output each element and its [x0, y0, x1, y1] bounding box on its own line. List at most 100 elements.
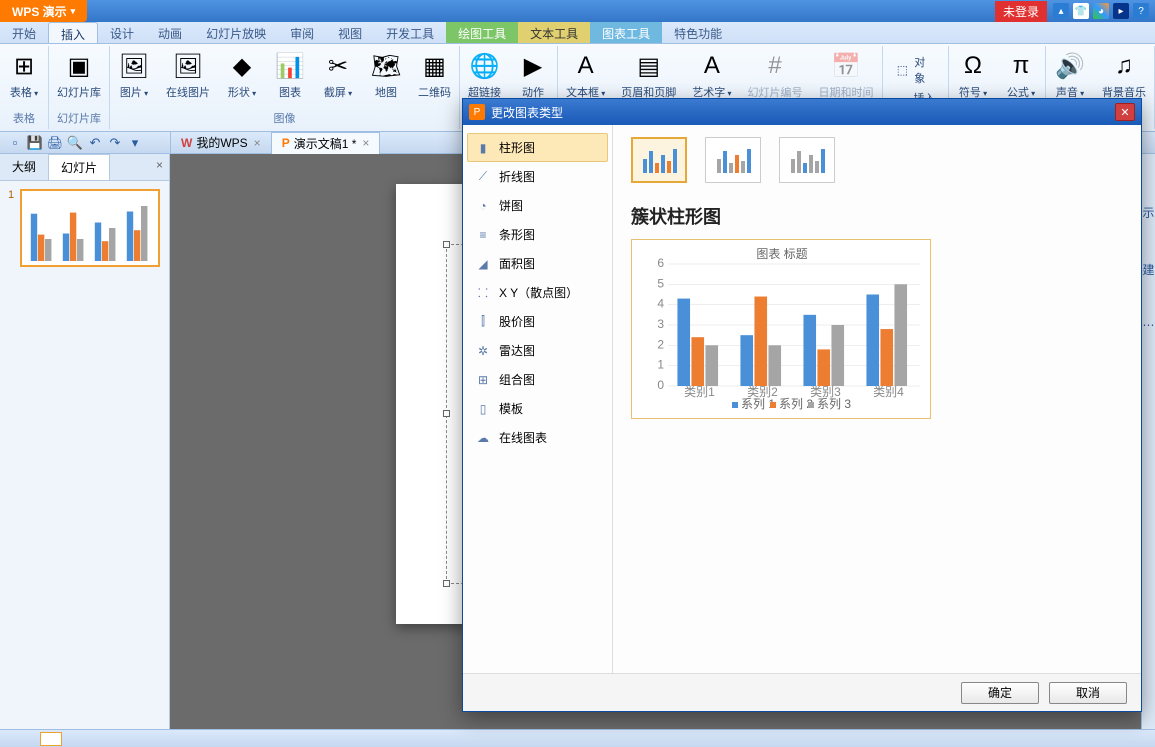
ribbon-声音[interactable]: 🔊声音	[1046, 48, 1094, 102]
qat-preview-icon[interactable]: 🔍	[66, 134, 84, 152]
status-thumb-icon[interactable]	[40, 732, 62, 746]
dialog-footer: 确定 取消	[463, 673, 1141, 711]
tab-slides[interactable]: 幻灯片	[48, 154, 110, 180]
menu-tab-4[interactable]: 幻灯片放映	[194, 22, 278, 43]
dialog-titlebar[interactable]: P 更改图表类型 ✕	[463, 99, 1141, 125]
category-模板[interactable]: ▯模板	[467, 394, 608, 423]
login-badge[interactable]: 未登录	[995, 1, 1047, 22]
ribbon-对象[interactable]: ⬚对象	[889, 52, 943, 88]
category-折线图[interactable]: ⟋折线图	[467, 162, 608, 191]
change-chart-type-dialog: P 更改图表类型 ✕ ▮柱形图⟋折线图◔饼图≡条形图◢面积图⸬X Y（散点图）⫿…	[462, 98, 1142, 712]
qat-new-icon[interactable]: ▫	[6, 134, 24, 152]
dialog-title: 更改图表类型	[491, 104, 563, 121]
menu-tab-6[interactable]: 视图	[326, 22, 374, 43]
ribbon-符号[interactable]: Ω符号	[949, 48, 997, 102]
ribbon-形状[interactable]: ◆形状	[218, 48, 266, 102]
menu-tab-2[interactable]: 设计	[98, 22, 146, 43]
subtype-stacked[interactable]	[705, 137, 761, 183]
menu-tab-11[interactable]: 特色功能	[662, 22, 734, 43]
svg-text:类别4: 类别4	[873, 385, 904, 399]
category-股价图[interactable]: ⫿股价图	[467, 307, 608, 336]
ribbon-文本框[interactable]: A文本框	[558, 48, 613, 102]
sidebar-btn-1[interactable]: 示	[1142, 204, 1154, 221]
svg-text:2: 2	[657, 337, 664, 351]
menu-tab-8[interactable]: 绘图工具	[446, 22, 518, 43]
category-在线图表[interactable]: ☁在线图表	[467, 423, 608, 452]
subtype-title: 簇状柱形图	[631, 203, 1123, 229]
svg-text:0: 0	[657, 378, 664, 392]
ribbon-表格[interactable]: ⊞表格	[0, 48, 48, 102]
title-icon-1[interactable]: ▴	[1053, 3, 1069, 19]
ribbon-幻灯片编号[interactable]: #幻灯片编号	[740, 48, 811, 102]
category-饼图[interactable]: ◔饼图	[467, 191, 608, 220]
title-icon-4[interactable]: ▸	[1113, 3, 1129, 19]
ribbon-在线图片[interactable]: 🖼在线图片	[158, 48, 218, 102]
qat-print-icon[interactable]: 🖨	[46, 134, 64, 152]
title-bar: WPS 演示 未登录 ▴ 👕 ◕ ▸ ?	[0, 0, 1155, 22]
svg-text:6: 6	[657, 256, 664, 270]
resize-handle[interactable]	[443, 580, 450, 587]
menu-tab-10[interactable]: 图表工具	[590, 22, 662, 43]
panel-tabs: 大纲 幻灯片 ×	[0, 154, 169, 181]
qat-more-icon[interactable]: ▾	[126, 134, 144, 152]
ribbon-地图[interactable]: 🗺地图	[362, 48, 410, 102]
chart-category-list: ▮柱形图⟋折线图◔饼图≡条形图◢面积图⸬X Y（散点图）⫿股价图✲雷达图⊞组合图…	[463, 125, 613, 673]
ribbon-日期和时间[interactable]: 📅日期和时间	[811, 48, 882, 102]
subtype-100stacked[interactable]	[779, 137, 835, 183]
category-面积图[interactable]: ◢面积图	[467, 249, 608, 278]
ribbon-超链接[interactable]: 🌐超链接	[460, 48, 509, 102]
slide-number: 1	[8, 189, 14, 267]
panel-close-icon[interactable]: ×	[150, 154, 169, 180]
ribbon-公式[interactable]: π公式	[997, 48, 1045, 102]
sidebar-btn-2[interactable]: 建	[1142, 261, 1154, 278]
resize-handle[interactable]	[443, 241, 450, 248]
menu-tab-9[interactable]: 文本工具	[518, 22, 590, 43]
tab-outline[interactable]: 大纲	[0, 154, 48, 180]
dialog-close-button[interactable]: ✕	[1115, 103, 1135, 121]
menu-tabs: 开始插入设计动画幻灯片放映审阅视图开发工具绘图工具文本工具图表工具特色功能	[0, 22, 1155, 44]
qat-save-icon[interactable]: 💾	[26, 134, 44, 152]
resize-handle[interactable]	[443, 410, 450, 417]
ribbon-背景音乐[interactable]: ♫背景音乐	[1094, 48, 1154, 102]
ribbon-动作[interactable]: ▶动作	[509, 48, 557, 102]
menu-tab-7[interactable]: 开发工具	[374, 22, 446, 43]
thumbnail-list: 1	[0, 181, 169, 729]
app-menu[interactable]: WPS 演示	[0, 0, 87, 22]
menu-tab-0[interactable]: 开始	[0, 22, 48, 43]
category-柱形图[interactable]: ▮柱形图	[467, 133, 608, 162]
ok-button[interactable]: 确定	[961, 682, 1039, 704]
category-X Y（散点图）[interactable]: ⸬X Y（散点图）	[467, 278, 608, 307]
help-icon[interactable]: ?	[1133, 3, 1149, 19]
svg-text:4: 4	[657, 297, 664, 311]
subtype-clustered[interactable]	[631, 137, 687, 183]
svg-text:1: 1	[657, 358, 664, 372]
subtype-list	[631, 137, 1123, 183]
chart-preview: 图表 标题0123456类别1类别2类别3类别4系列 1系列 2系列 3	[631, 239, 931, 419]
category-组合图[interactable]: ⊞组合图	[467, 365, 608, 394]
title-icon-2[interactable]: 👕	[1073, 3, 1089, 19]
cancel-button[interactable]: 取消	[1049, 682, 1127, 704]
category-条形图[interactable]: ≡条形图	[467, 220, 608, 249]
qat-undo-icon[interactable]: ↶	[86, 134, 104, 152]
ribbon-图表[interactable]: 📊图表	[266, 48, 314, 102]
title-icons: ▴ 👕 ◕ ▸ ?	[1047, 3, 1155, 19]
title-icon-3[interactable]: ◕	[1093, 3, 1109, 19]
ribbon-艺术字[interactable]: A艺术字	[684, 48, 739, 102]
sidebar-btn-3[interactable]: ⋯	[1143, 318, 1155, 332]
slide-thumbnail-1[interactable]	[20, 189, 160, 267]
menu-tab-1[interactable]: 插入	[48, 22, 98, 43]
ribbon-页眉和页脚[interactable]: ▤页眉和页脚	[613, 48, 684, 102]
qat-redo-icon[interactable]: ↷	[106, 134, 124, 152]
ribbon-二维码[interactable]: ▦二维码	[410, 48, 459, 102]
menu-tab-5[interactable]: 审阅	[278, 22, 326, 43]
ribbon-幻灯片库[interactable]: ▣幻灯片库	[49, 48, 109, 102]
ribbon-截屏[interactable]: ✂截屏	[314, 48, 362, 102]
doc-tab[interactable]: P演示文稿1 *×	[271, 132, 381, 154]
doc-tab[interactable]: W我的WPS×	[170, 132, 271, 154]
menu-tab-3[interactable]: 动画	[146, 22, 194, 43]
ribbon-图片[interactable]: 🖼图片	[110, 48, 158, 102]
svg-text:5: 5	[657, 276, 664, 290]
svg-text:3: 3	[657, 317, 664, 331]
right-sidebar: 示 建 ⋯	[1141, 154, 1155, 729]
category-雷达图[interactable]: ✲雷达图	[467, 336, 608, 365]
